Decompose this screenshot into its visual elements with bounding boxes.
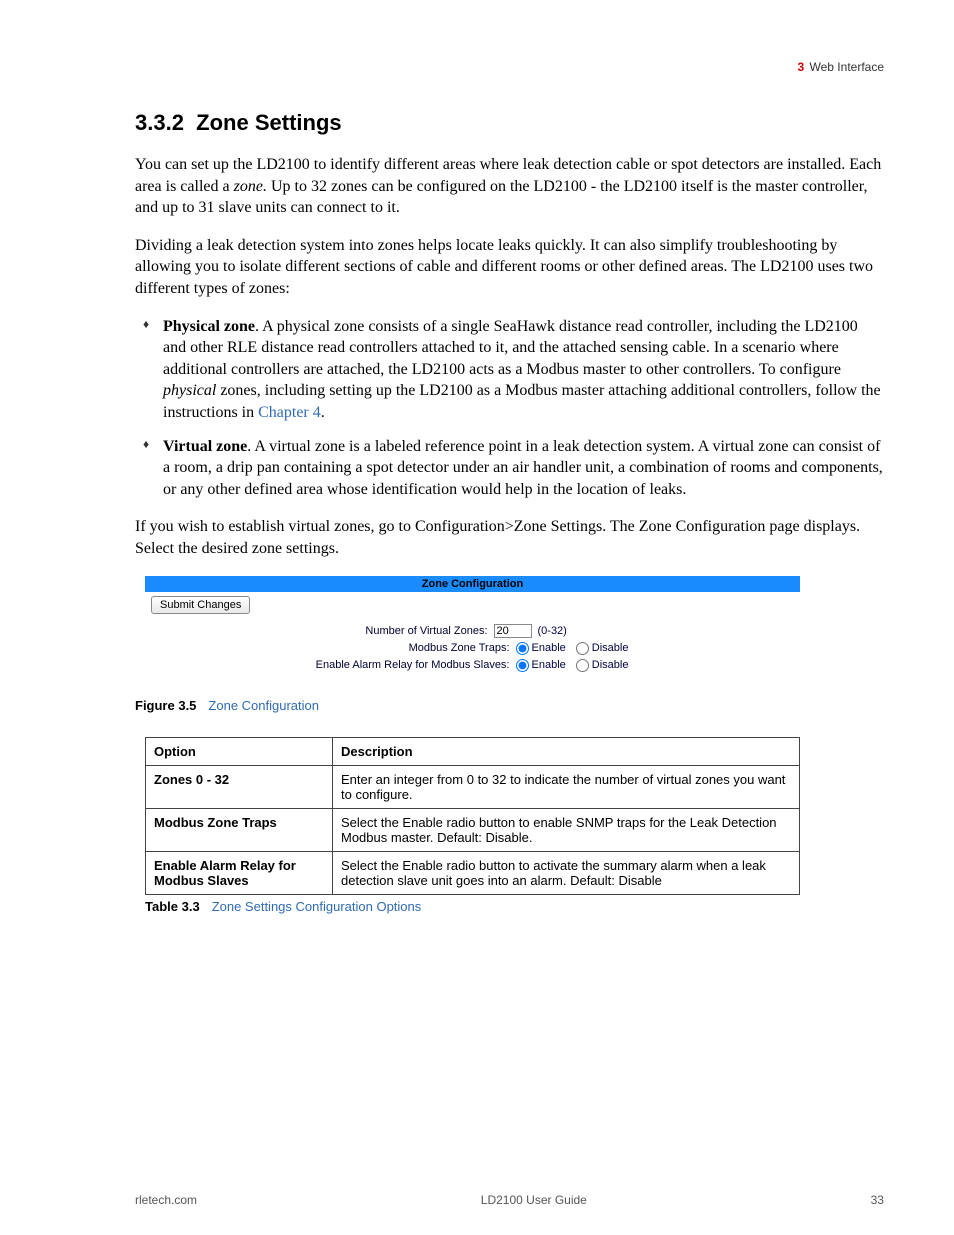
figure-number: Figure 3.5: [135, 698, 196, 713]
submit-changes-button[interactable]: Submit Changes: [151, 596, 250, 614]
table-row: Enable Alarm Relay for Modbus Slaves Sel…: [146, 851, 800, 894]
footer-center: LD2100 User Guide: [481, 1193, 587, 1207]
col-option-header: Option: [146, 737, 333, 765]
description-cell: Select the Enable radio button to activa…: [333, 851, 800, 894]
figure-caption: Figure 3.5 Zone Configuration: [135, 698, 884, 713]
option-cell: Modbus Zone Traps: [146, 808, 333, 851]
section-heading: 3.3.2 Zone Settings: [135, 110, 884, 136]
virtual-zones-hint: (0-32): [538, 625, 567, 637]
section-number: 3.3.2: [135, 110, 184, 135]
screenshot-titlebar: Zone Configuration: [145, 576, 800, 592]
virtual-zones-label: Number of Virtual Zones:: [208, 625, 488, 637]
table-row: Modbus Zone Traps Select the Enable radi…: [146, 808, 800, 851]
zone-term: zone.: [234, 178, 267, 195]
option-cell: Zones 0 - 32: [146, 765, 333, 808]
chapter-title: Web Interface: [810, 60, 884, 74]
alarm-relay-disable-radio[interactable]: [576, 659, 589, 672]
modbus-traps-enable-radio[interactable]: [516, 642, 529, 655]
paragraph-1: You can set up the LD2100 to identify di…: [135, 154, 884, 219]
zone-types-list: Physical zone. A physical zone consists …: [135, 316, 884, 501]
virtual-zones-input[interactable]: [494, 624, 532, 638]
page-footer: rletech.com LD2100 User Guide 33: [0, 1193, 954, 1207]
virtual-zone-term: Virtual zone: [163, 438, 247, 455]
footer-page-number: 33: [871, 1193, 884, 1207]
zone-config-screenshot: Zone Configuration Submit Changes Number…: [145, 576, 800, 684]
col-description-header: Description: [333, 737, 800, 765]
alarm-relay-enable-radio[interactable]: [516, 659, 529, 672]
list-item-physical-zone: Physical zone. A physical zone consists …: [143, 316, 884, 424]
description-cell: Enter an integer from 0 to 32 to indicat…: [333, 765, 800, 808]
figure-title: Zone Configuration: [208, 698, 319, 713]
footer-left: rletech.com: [135, 1193, 197, 1207]
paragraph-2: Dividing a leak detection system into zo…: [135, 235, 884, 300]
section-title: Zone Settings: [196, 110, 341, 135]
page-header: 3 Web Interface: [135, 60, 884, 74]
chapter-4-link[interactable]: Chapter 4: [258, 404, 321, 421]
option-cell: Enable Alarm Relay for Modbus Slaves: [146, 851, 333, 894]
modbus-traps-disable-radio[interactable]: [576, 642, 589, 655]
physical-zone-term: Physical zone: [163, 318, 255, 335]
table-caption: Table 3.3 Zone Settings Configuration Opt…: [145, 899, 884, 914]
chapter-number: 3: [797, 60, 804, 74]
table-title: Zone Settings Configuration Options: [212, 899, 422, 914]
paragraph-3: If you wish to establish virtual zones, …: [135, 516, 884, 559]
modbus-traps-label: Modbus Zone Traps:: [230, 642, 510, 654]
alarm-relay-label: Enable Alarm Relay for Modbus Slaves:: [230, 659, 510, 671]
list-item-virtual-zone: Virtual zone. A virtual zone is a labele…: [143, 436, 884, 501]
description-cell: Select the Enable radio button to enable…: [333, 808, 800, 851]
table-row: Zones 0 - 32 Enter an integer from 0 to …: [146, 765, 800, 808]
table-number: Table 3.3: [145, 899, 200, 914]
options-table: Option Description Zones 0 - 32 Enter an…: [145, 737, 800, 895]
